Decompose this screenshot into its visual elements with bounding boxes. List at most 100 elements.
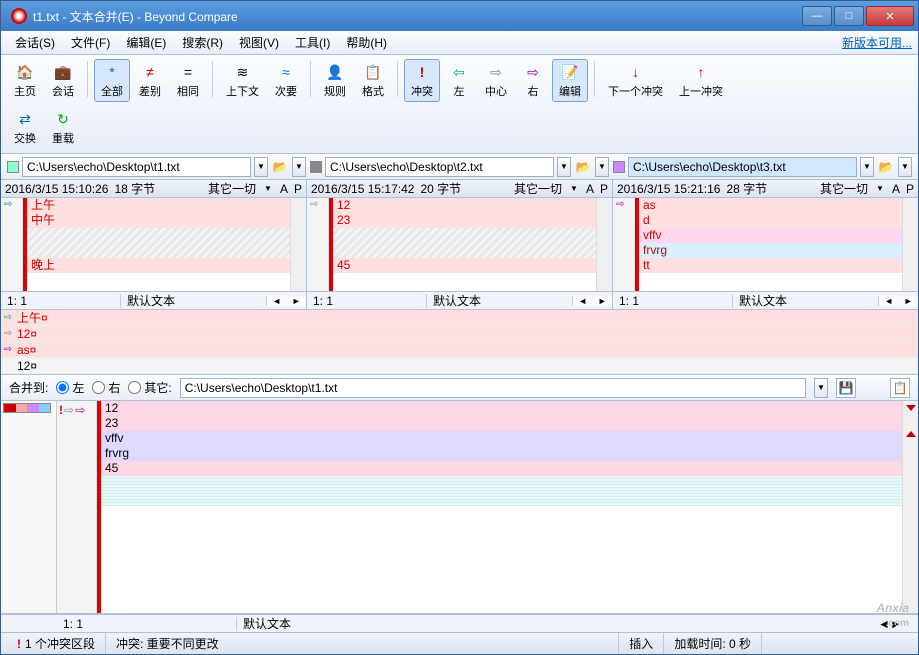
context-button[interactable]: ≋上下文 xyxy=(219,59,266,102)
arrow-left-icon: ⇦ xyxy=(449,62,469,82)
window-title: t1.txt - 文本合并(E) - Beyond Compare xyxy=(33,8,802,25)
color-right-icon xyxy=(613,161,625,173)
prev-conflict-button[interactable]: ↑上一冲突 xyxy=(672,59,730,102)
left-button[interactable]: ⇦左 xyxy=(442,59,476,102)
pane-left-other[interactable]: 其它一切 xyxy=(208,180,256,197)
path-left-input[interactable] xyxy=(22,157,251,177)
conflict-button[interactable]: !冲突 xyxy=(404,59,440,102)
briefcase-icon: 💼 xyxy=(53,62,73,82)
maximize-button[interactable]: □ xyxy=(834,6,864,26)
path-right-input[interactable] xyxy=(628,157,857,177)
pane-left-pos: 1: 1 xyxy=(1,294,121,308)
menu-search[interactable]: 搜索(R) xyxy=(174,32,231,53)
merge-label: 合并到: xyxy=(9,379,48,396)
minimize-button[interactable]: — xyxy=(802,6,832,26)
path-center-input[interactable] xyxy=(325,157,554,177)
menu-tools[interactable]: 工具(I) xyxy=(287,32,338,53)
merge-other-radio[interactable]: 其它: xyxy=(128,379,171,396)
merge-right-radio[interactable]: 右 xyxy=(92,379,120,396)
scrollbar-center[interactable] xyxy=(596,198,612,291)
pane-right-other[interactable]: 其它一切 xyxy=(820,180,868,197)
exclaim-icon: ! xyxy=(59,403,63,417)
path-right-dropdown[interactable]: ▼ xyxy=(860,157,874,177)
chevron-down-icon[interactable]: ▼ xyxy=(568,184,580,193)
format-icon: 📋 xyxy=(363,62,383,82)
arrow-right-purple-icon: ⇨ xyxy=(523,62,543,82)
diff-button[interactable]: ≠差别 xyxy=(132,59,168,102)
merge-path-dropdown[interactable]: ▼ xyxy=(814,378,828,398)
pane-center-other[interactable]: 其它一切 xyxy=(514,180,562,197)
path-center-dropdown[interactable]: ▼ xyxy=(557,157,571,177)
pane-center-size: 20 字节 xyxy=(420,180,461,197)
copy-icon[interactable]: 📋 xyxy=(890,378,910,398)
pane-center: 2016/3/15 15:17:42 20 字节 其它一切▼ A P ⇨ 12 … xyxy=(307,180,613,309)
output-enc: 默认文本 xyxy=(237,615,878,632)
minor-button[interactable]: ≈次要 xyxy=(268,59,304,102)
pathbar: ▼ 📂 ▼ ▼ 📂 ▼ ▼ 📂 ▼ xyxy=(1,154,918,180)
exclaim-icon: ! xyxy=(17,637,21,651)
merge-path-input[interactable] xyxy=(180,378,806,398)
arrow-gray-icon: ⇨ xyxy=(64,403,74,417)
output-lines[interactable]: 12 23 vffv frvrg 45 xyxy=(101,401,902,613)
rules-button[interactable]: 👤规则 xyxy=(317,59,353,102)
close-button[interactable]: ✕ xyxy=(866,6,914,26)
pane-left-lines[interactable]: 上午 中午 晚上 xyxy=(27,198,290,291)
pane-left-a[interactable]: A xyxy=(280,182,288,196)
all-button[interactable]: *全部 xyxy=(94,59,130,102)
toolbar-main: 🏠主页 💼会话 *全部 ≠差别 =相同 ≋上下文 ≈次要 👤规则 📋格式 !冲突… xyxy=(1,55,918,154)
menu-session[interactable]: 会话(S) xyxy=(7,32,63,53)
path-left-dropdown[interactable]: ▼ xyxy=(254,157,268,177)
notequal-icon: ≠ xyxy=(140,62,160,82)
status-conflicts: 1 个冲突区段 xyxy=(25,635,95,652)
browse-left-icon[interactable]: 📂 xyxy=(271,159,289,175)
output-scrollbar[interactable] xyxy=(902,401,918,613)
referee-icon: 👤 xyxy=(325,62,345,82)
pane-center-lines[interactable]: 12 23 45 xyxy=(333,198,596,291)
save-icon[interactable]: 💾 xyxy=(836,378,856,398)
merge-left-radio[interactable]: 左 xyxy=(56,379,84,396)
browse-right-icon[interactable]: 📂 xyxy=(877,159,895,175)
arrow-down-red-icon: ↓ xyxy=(626,62,646,82)
equal-icon: = xyxy=(178,62,198,82)
color-center-icon xyxy=(310,161,322,173)
browse-center-dropdown[interactable]: ▼ xyxy=(595,157,609,177)
status-insert: 插入 xyxy=(629,635,653,652)
edit-button[interactable]: 📝编辑 xyxy=(552,59,588,102)
next-conflict-button[interactable]: ↓下一个冲突 xyxy=(601,59,670,102)
menu-help[interactable]: 帮助(H) xyxy=(338,32,395,53)
scrollbar-right[interactable] xyxy=(902,198,918,291)
home-button[interactable]: 🏠主页 xyxy=(7,59,43,102)
center-button[interactable]: ⇨中心 xyxy=(478,59,514,102)
prev-diff-marker-icon[interactable] xyxy=(906,431,916,437)
thumbnail-column[interactable] xyxy=(1,401,57,613)
menu-edit[interactable]: 编辑(E) xyxy=(118,32,174,53)
right-button[interactable]: ⇨右 xyxy=(516,59,550,102)
session-button[interactable]: 💼会话 xyxy=(45,59,81,102)
chevron-down-icon[interactable]: ▼ xyxy=(262,184,274,193)
menubar: 会话(S) 文件(F) 编辑(E) 搜索(R) 视图(V) 工具(I) 帮助(H… xyxy=(1,31,918,55)
status-loadtime: 加载时间: 0 秒 xyxy=(674,635,751,652)
same-button[interactable]: =相同 xyxy=(170,59,206,102)
next-diff-marker-icon[interactable] xyxy=(906,405,916,411)
reload-button[interactable]: ↻重载 xyxy=(45,106,81,149)
pane-left-p[interactable]: P xyxy=(294,182,302,196)
swap-button[interactable]: ⇄交换 xyxy=(7,106,43,149)
pane-right-lines[interactable]: as d vffv frvrg tt xyxy=(639,198,902,291)
new-version-link[interactable]: 新版本可用... xyxy=(842,34,912,51)
asterisk-icon: * xyxy=(102,62,122,82)
menu-view[interactable]: 视图(V) xyxy=(231,32,287,53)
browse-center-icon[interactable]: 📂 xyxy=(574,159,592,175)
menu-file[interactable]: 文件(F) xyxy=(63,32,118,53)
pane-right: 2016/3/15 15:21:16 28 字节 其它一切▼ A P ⇨ as … xyxy=(613,180,918,309)
pane-center-date: 2016/3/15 15:17:42 xyxy=(311,182,414,196)
chevron-down-icon[interactable]: ▼ xyxy=(874,184,886,193)
browse-left-dropdown[interactable]: ▼ xyxy=(292,157,306,177)
pane-right-size: 28 字节 xyxy=(726,180,767,197)
format-button[interactable]: 📋格式 xyxy=(355,59,391,102)
home-icon: 🏠 xyxy=(15,62,35,82)
arrow-marker-icon: ⇨ xyxy=(613,198,634,211)
pane-left-date: 2016/3/15 15:10:26 xyxy=(5,182,108,196)
scrollbar-left[interactable] xyxy=(290,198,306,291)
output-footer: 1: 1 默认文本 ◄► xyxy=(1,614,918,632)
browse-right-dropdown[interactable]: ▼ xyxy=(898,157,912,177)
